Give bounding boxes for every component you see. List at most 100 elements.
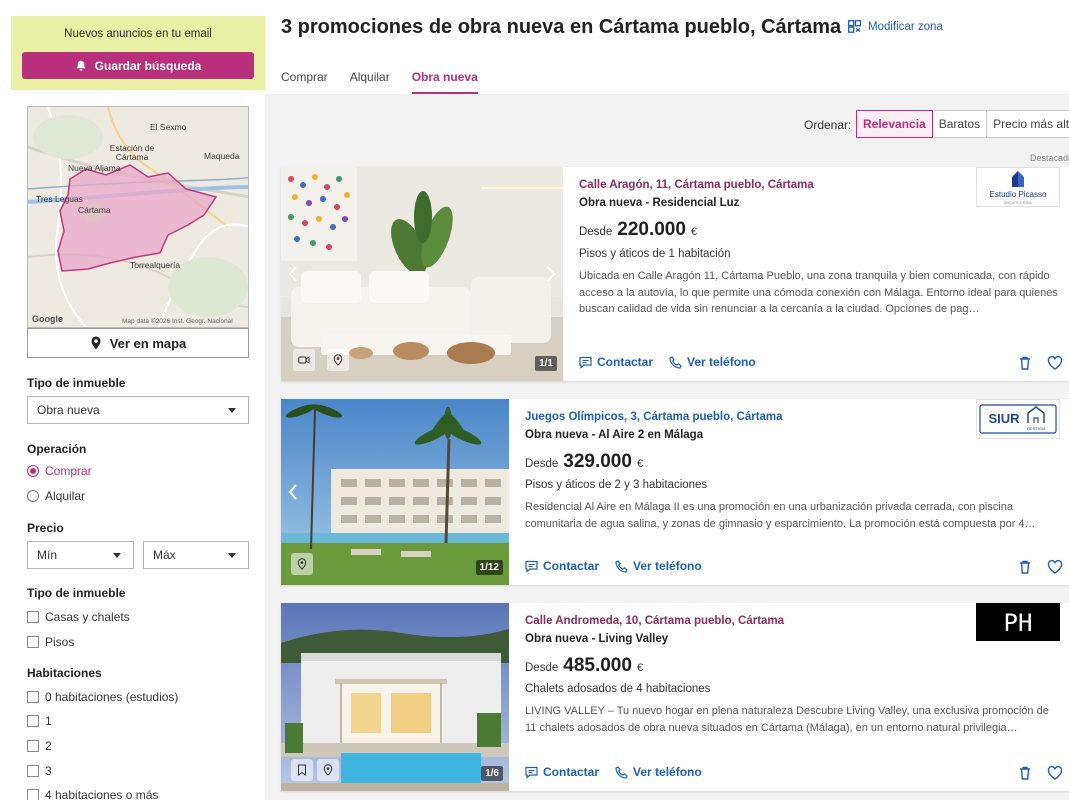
listing-typology: Chalets adosados de 4 habitaciones xyxy=(525,683,711,695)
heart-icon[interactable] xyxy=(1047,559,1063,575)
price-min-select[interactable]: Mín xyxy=(27,541,134,569)
listing-address[interactable]: Calle Andromeda, 10, Cártama pueblo, Cár… xyxy=(525,615,784,627)
checkbox-icon xyxy=(27,715,39,727)
listing-card[interactable]: 1/1 Calle Aragón, 11, Cártama pueblo, Cá… xyxy=(281,167,1069,381)
save-search-button[interactable]: Guardar búsqueda xyxy=(22,52,254,79)
operation-buy-radio[interactable]: Comprar xyxy=(27,464,92,478)
location-icon[interactable] xyxy=(291,553,313,575)
bookmark-icon xyxy=(298,764,306,776)
view-on-map-label: Ver en mapa xyxy=(109,335,187,351)
rooms-1-label: 1 xyxy=(45,714,52,728)
view-phone-label: Ver teléfono xyxy=(633,765,702,779)
operation-tabs: Comprar Alquilar Obra nueva xyxy=(281,70,500,94)
agency-logo[interactable]: Estudio Picasso ARQUITECTURA xyxy=(976,167,1060,207)
prev-photo-arrow[interactable] xyxy=(285,264,301,284)
estudio-picasso-logo: Estudio Picasso ARQUITECTURA xyxy=(976,167,1060,207)
agency-logo[interactable]: PH xyxy=(976,603,1060,641)
property-type-select[interactable]: Obra nueva xyxy=(27,396,249,424)
map-attribution: Map data ©2026 Inst. Geogr. Nacional xyxy=(122,318,233,325)
operation-rent-radio[interactable]: Alquilar xyxy=(27,489,85,503)
blueprint-icon[interactable] xyxy=(291,759,313,781)
photo-counter: 1/12 xyxy=(475,560,503,575)
contact-label: Contactar xyxy=(597,355,654,369)
tab-buy[interactable]: Comprar xyxy=(281,70,328,94)
rooms-3-checkbox[interactable]: 3 xyxy=(27,764,52,778)
agency-logo[interactable]: SIUR GESTIÓN xyxy=(976,399,1060,439)
tab-rent[interactable]: Alquilar xyxy=(350,70,390,94)
view-phone-button[interactable]: Ver teléfono xyxy=(669,355,756,369)
contact-label: Contactar xyxy=(543,765,600,779)
rooms-2-checkbox[interactable]: 2 xyxy=(27,739,52,753)
type-flats-label: Pisos xyxy=(45,635,75,649)
price-prefix: Desde xyxy=(525,662,559,674)
operation-title: Operación xyxy=(27,442,87,456)
sort-highest-price[interactable]: Precio más alto xyxy=(986,110,1069,138)
tab-new-build[interactable]: Obra nueva xyxy=(411,70,478,94)
operation-buy-label: Comprar xyxy=(45,464,92,478)
page-title: 3 promociones de obra nueva en Cártama p… xyxy=(281,16,842,38)
trash-icon[interactable] xyxy=(1017,355,1033,371)
listing-card[interactable]: 1/6 Calle Andromeda, 10, Cártama pueblo,… xyxy=(281,603,1069,791)
sort-relevance[interactable]: Relevancia xyxy=(856,110,933,138)
caret-down-icon xyxy=(113,552,121,558)
siur-logo: SIUR GESTIÓN xyxy=(976,399,1060,439)
sort-options: Relevancia Baratos Precio más alto xyxy=(856,110,1069,138)
contact-button[interactable]: Contactar xyxy=(579,355,653,369)
rooms-1-checkbox[interactable]: 1 xyxy=(27,714,52,728)
video-icon[interactable] xyxy=(293,349,315,371)
listing-photo[interactable]: 1/12 xyxy=(281,399,509,585)
view-on-map-button[interactable]: Ver en mapa xyxy=(27,328,249,358)
contact-button[interactable]: Contactar xyxy=(525,559,599,573)
rooms-0-label: 0 habitaciones (estudios) xyxy=(45,690,179,704)
listing-typology: Pisos y áticos de 1 habitación xyxy=(579,248,731,260)
photo-counter: 1/1 xyxy=(535,356,557,371)
price-currency: € xyxy=(690,226,698,238)
sort-label: Ordenar: xyxy=(804,118,852,132)
heart-icon[interactable] xyxy=(1047,765,1063,781)
heart-icon[interactable] xyxy=(1047,355,1063,371)
listing-info: Calle Andromeda, 10, Cártama pueblo, Cár… xyxy=(509,603,1069,791)
price-max-select[interactable]: Máx xyxy=(143,541,249,569)
listing-actions: Contactar Ver teléfono xyxy=(525,765,702,779)
prev-photo-arrow[interactable] xyxy=(285,482,301,502)
phone-icon xyxy=(615,559,628,573)
type-flats-checkbox[interactable]: Pisos xyxy=(27,635,74,649)
filters-sidebar: Nuevos anuncios en tu email Guardar búsq… xyxy=(0,0,265,800)
chalet-pool-image xyxy=(281,603,509,791)
listing-icon-actions xyxy=(1017,355,1063,371)
save-search-label: Guardar búsqueda xyxy=(94,58,202,73)
modify-zone-label: Modificar zona xyxy=(868,20,943,33)
location-icon[interactable] xyxy=(327,349,349,371)
rooms-0-checkbox[interactable]: 0 habitaciones (estudios) xyxy=(27,690,178,704)
price-prefix: Desde xyxy=(579,226,613,238)
listing-icon-actions xyxy=(1017,559,1063,575)
sort-cheapest[interactable]: Baratos xyxy=(931,110,988,138)
listing-address[interactable]: Juegos Olímpicos, 3, Cártama pueblo, Cár… xyxy=(525,411,783,423)
listing-address[interactable]: Calle Aragón, 11, Cártama pueblo, Cártam… xyxy=(579,179,814,191)
contact-button[interactable]: Contactar xyxy=(525,765,599,779)
trash-icon[interactable] xyxy=(1017,559,1033,575)
type-houses-checkbox[interactable]: Casas y chalets xyxy=(27,610,130,624)
price-currency: € xyxy=(636,458,644,470)
view-phone-button[interactable]: Ver teléfono xyxy=(615,559,702,573)
logo-text: Estudio Picasso xyxy=(990,190,1047,199)
view-phone-button[interactable]: Ver teléfono xyxy=(615,765,702,779)
photo-counter: 1/6 xyxy=(481,766,503,781)
alert-title: Nuevos anuncios en tu email xyxy=(64,28,212,40)
map-label-estacion: Estación de Cártama xyxy=(109,143,155,162)
listing-price: Desde 485.000 € xyxy=(525,655,643,677)
listing-typology: Pisos y áticos de 2 y 3 habitaciones xyxy=(525,479,708,491)
map-label-maqueda: Maqueda xyxy=(204,151,240,161)
modify-zone-link[interactable]: Modificar zona xyxy=(848,20,943,33)
listing-card[interactable]: 1/12 Juegos Olímpicos, 3, Cártama pueblo… xyxy=(281,399,1069,585)
next-photo-arrow[interactable] xyxy=(543,264,559,284)
trash-icon[interactable] xyxy=(1017,765,1033,781)
listing-photo[interactable]: 1/1 xyxy=(281,167,563,381)
listing-info: Juegos Olímpicos, 3, Cártama pueblo, Cár… xyxy=(509,399,1069,585)
chevron-right-icon xyxy=(547,266,556,282)
rooms-4-checkbox[interactable]: 4 habitaciones o más xyxy=(27,788,158,800)
listing-photo[interactable]: 1/6 xyxy=(281,603,509,791)
location-icon[interactable] xyxy=(317,759,339,781)
property-type-value: Obra nueva xyxy=(37,403,100,417)
area-map[interactable]: El Sexmo Estación de Cártama Maqueda Nue… xyxy=(27,106,249,328)
